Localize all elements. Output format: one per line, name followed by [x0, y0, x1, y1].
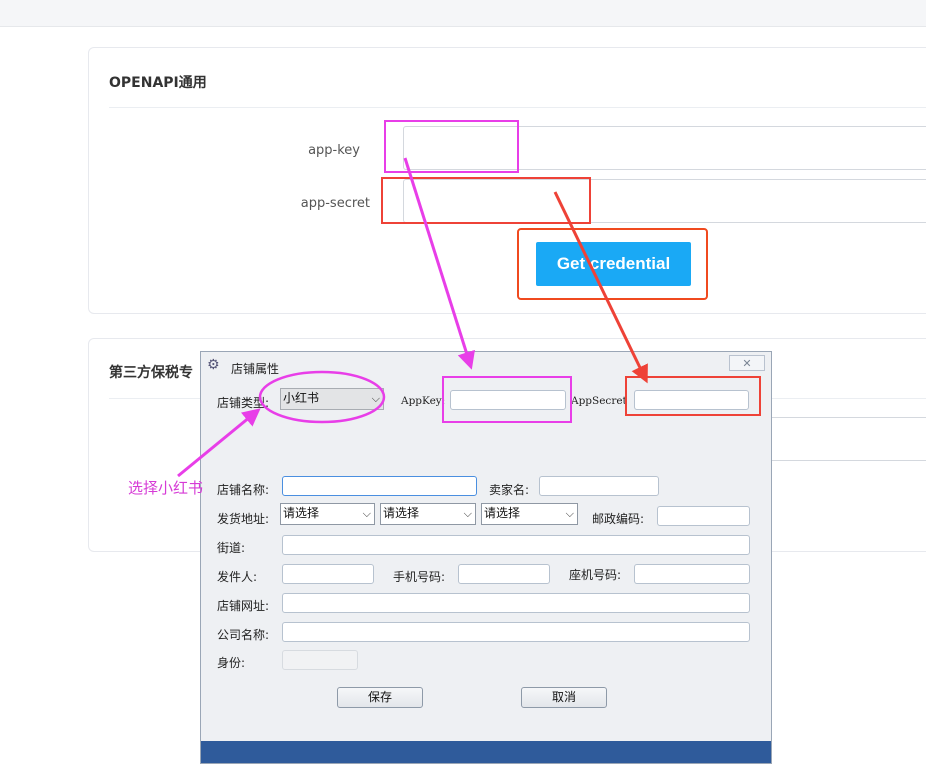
arrow-app-key — [403, 157, 475, 370]
annotation-select-xiaohongshu: 选择小红书 — [128, 479, 204, 497]
annotation-overlay — [177, 157, 648, 478]
arrow-app-secret — [553, 191, 648, 384]
highlight-shop-type-ellipse — [258, 370, 386, 424]
arrow-shop-type — [177, 408, 261, 478]
